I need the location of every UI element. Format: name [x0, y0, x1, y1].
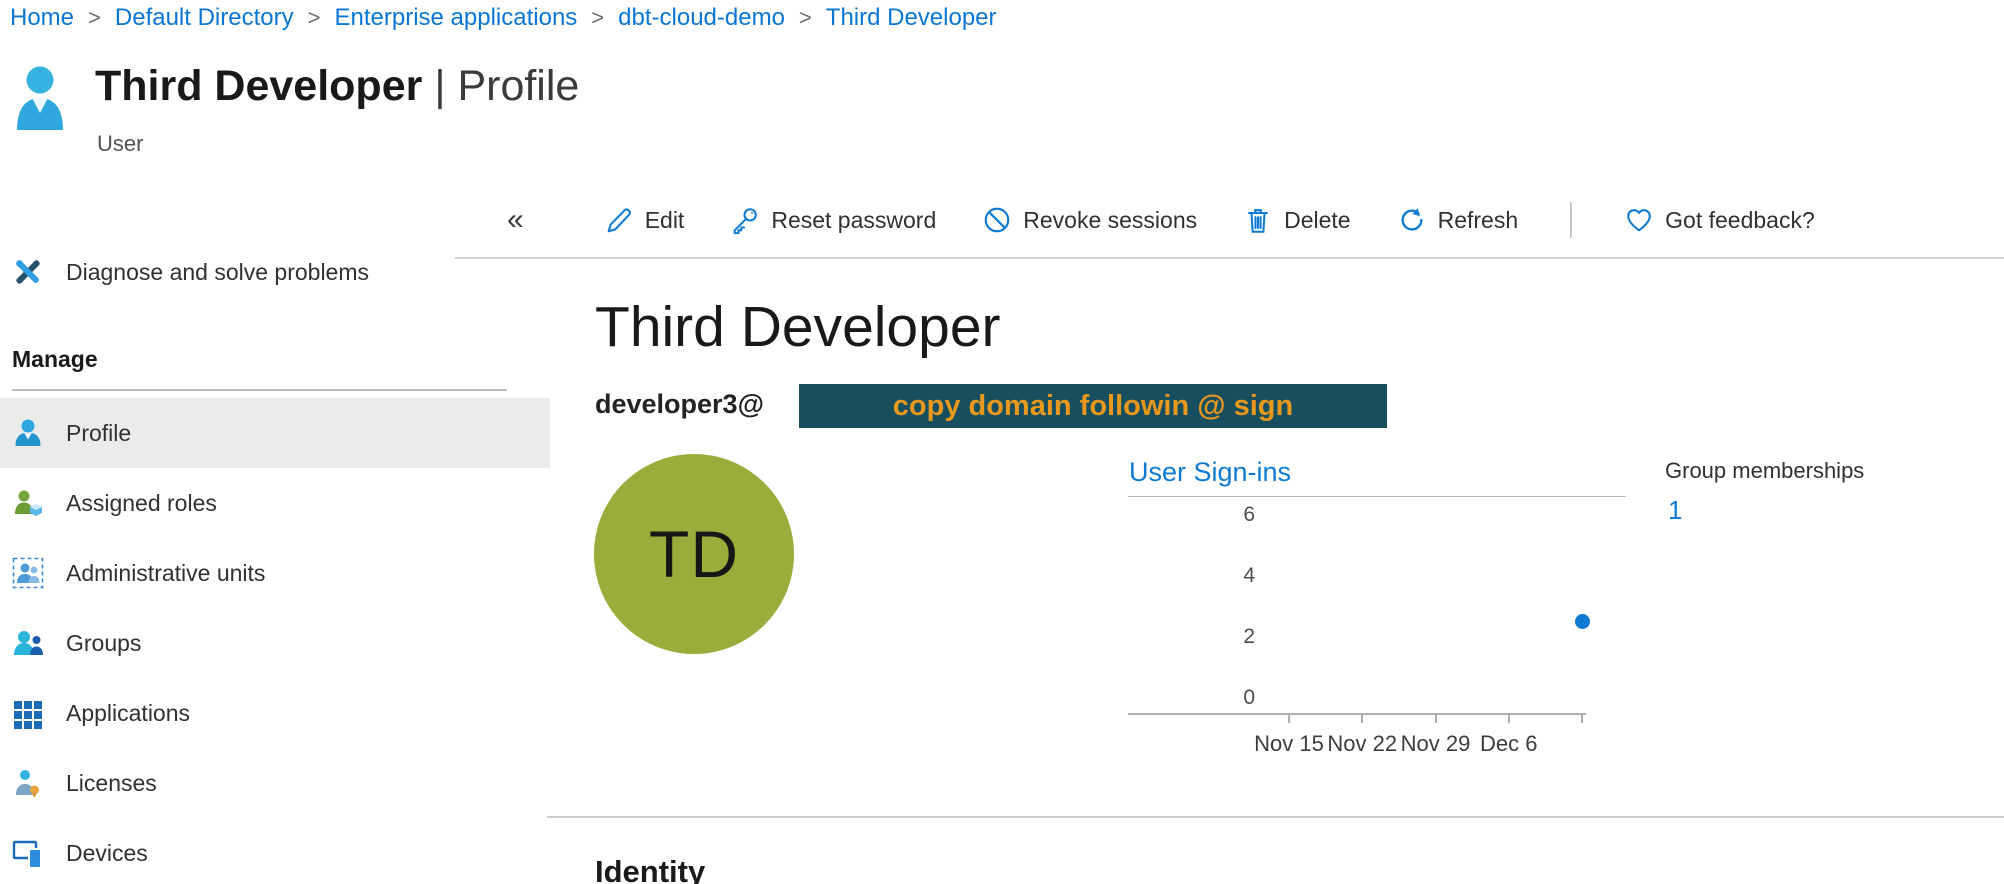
heart-icon	[1624, 205, 1654, 235]
revoke-sessions-label: Revoke sessions	[1023, 207, 1197, 234]
breadcrumb-separator: >	[591, 5, 604, 31]
page-title: Third Developer | Profile	[95, 62, 579, 111]
chart-x-axis	[1128, 713, 1586, 715]
breadcrumb-dbt-cloud-demo[interactable]: dbt-cloud-demo	[618, 4, 785, 32]
sidebar-item-label: Diagnose and solve problems	[66, 259, 369, 286]
reset-password-label: Reset password	[771, 207, 936, 234]
avatar: TD	[594, 454, 794, 654]
delete-label: Delete	[1284, 207, 1350, 234]
sidebar-item-label: Assigned roles	[66, 490, 217, 517]
feedback-label: Got feedback?	[1665, 207, 1815, 234]
delete-button[interactable]: Delete	[1243, 205, 1350, 235]
block-icon	[982, 205, 1012, 235]
people-selection-icon	[12, 557, 44, 589]
sidebar-item-assigned-roles[interactable]: Assigned roles	[0, 468, 550, 538]
breadcrumb-separator: >	[88, 5, 101, 31]
sidebar-separator	[12, 389, 507, 391]
chart-x-tick-mark	[1435, 715, 1437, 723]
chart-title-underline	[1128, 496, 1626, 497]
command-bar-items: Edit Reset password Revoke sessions	[604, 202, 1815, 238]
chart-x-tick-mark	[1361, 715, 1363, 723]
refresh-button[interactable]: Refresh	[1397, 205, 1519, 235]
breadcrumb-third-developer[interactable]: Third Developer	[826, 4, 997, 32]
page-title-separator: |	[434, 62, 445, 110]
devices-icon	[12, 837, 44, 869]
sidebar-item-label: Devices	[66, 840, 148, 867]
chart-y-tick-label: 6	[1128, 502, 1255, 528]
sidebar-item-devices[interactable]: Devices	[0, 818, 550, 884]
sidebar-item-licenses[interactable]: Licenses	[0, 748, 550, 818]
sidebar-item-label: Administrative units	[66, 560, 265, 587]
person-icon	[12, 417, 44, 449]
chart-x-tick-mark	[1508, 715, 1510, 723]
key-icon	[730, 205, 760, 235]
user-avatar-icon	[14, 64, 66, 132]
people-icon	[12, 627, 44, 659]
page-title-suffix: Profile	[457, 62, 579, 110]
sidebar-item-label: Groups	[66, 630, 141, 657]
user-display-name: Third Developer	[595, 294, 1001, 360]
chart-x-tick-mark	[1581, 715, 1583, 723]
reset-password-button[interactable]: Reset password	[730, 205, 936, 235]
grid-icon	[12, 697, 44, 729]
edit-label: Edit	[645, 207, 685, 234]
chart-y-tick-label: 0	[1128, 685, 1255, 711]
avatar-initials: TD	[649, 516, 739, 592]
toolbar-divider	[1570, 202, 1572, 238]
group-memberships-count[interactable]: 1	[1668, 495, 1682, 526]
identity-section-heading: Identity	[595, 854, 705, 884]
user-signins-chart: User Sign-ins 6420Nov 15Nov 22Nov 29Dec …	[1128, 455, 1638, 785]
sidebar-item-label: Licenses	[66, 770, 157, 797]
pencil-icon	[604, 205, 634, 235]
user-email-prefix: developer3@	[595, 389, 764, 420]
chart-y-tick-label: 2	[1128, 624, 1255, 650]
revoke-sessions-button[interactable]: Revoke sessions	[982, 205, 1197, 235]
sidebar-item-label: Profile	[66, 420, 131, 447]
edit-button[interactable]: Edit	[604, 205, 685, 235]
chart-y-tick-label: 4	[1128, 563, 1255, 589]
group-memberships-label: Group memberships	[1665, 458, 1864, 484]
breadcrumb-home[interactable]: Home	[10, 4, 74, 32]
feedback-button[interactable]: Got feedback?	[1624, 205, 1815, 235]
sidebar: Diagnose and solve problems Manage Profi…	[0, 150, 550, 884]
sidebar-item-label: Applications	[66, 700, 190, 727]
sidebar-section-manage: Manage	[12, 346, 98, 373]
breadcrumb-enterprise-applications[interactable]: Enterprise applications	[334, 4, 577, 32]
chart-x-tick-mark	[1288, 715, 1290, 723]
chart-data-point	[1575, 614, 1590, 629]
section-separator	[547, 816, 2004, 818]
sidebar-item-groups[interactable]: Groups	[0, 608, 550, 678]
sidebar-item-applications[interactable]: Applications	[0, 678, 550, 748]
refresh-label: Refresh	[1438, 207, 1519, 234]
user-profile-page: Home > Default Directory > Enterprise ap…	[0, 0, 2004, 884]
refresh-icon	[1397, 205, 1427, 235]
breadcrumb-default-directory[interactable]: Default Directory	[115, 4, 294, 32]
breadcrumb: Home > Default Directory > Enterprise ap…	[10, 4, 997, 32]
page-title-name: Third Developer	[95, 62, 422, 110]
breadcrumb-separator: >	[799, 5, 812, 31]
tools-icon	[12, 256, 44, 288]
sidebar-item-administrative-units[interactable]: Administrative units	[0, 538, 550, 608]
sidebar-menu: Profile Assigned roles	[0, 398, 550, 884]
command-bar: « Edit Reset password	[455, 183, 2004, 259]
chart-x-tick-label: Dec 6	[1444, 731, 1574, 757]
redaction-note: copy domain followin @ sign	[893, 390, 1293, 423]
person-cube-icon	[12, 487, 44, 519]
sidebar-collapse-button[interactable]: «	[507, 205, 524, 235]
user-signins-link[interactable]: User Sign-ins	[1129, 457, 1291, 488]
breadcrumb-separator: >	[308, 5, 321, 31]
sidebar-item-profile[interactable]: Profile	[0, 398, 550, 468]
domain-redaction-overlay: copy domain followin @ sign	[799, 384, 1387, 428]
trash-icon	[1243, 205, 1273, 235]
person-badge-icon	[12, 767, 44, 799]
